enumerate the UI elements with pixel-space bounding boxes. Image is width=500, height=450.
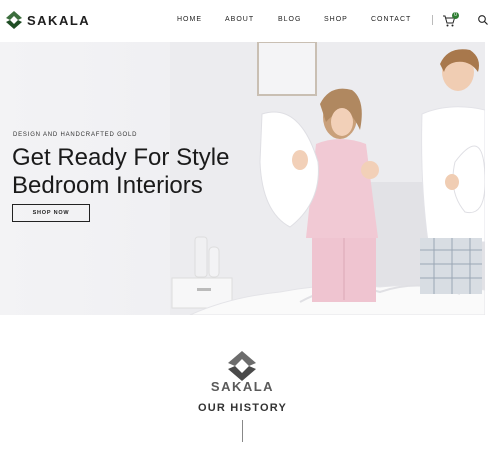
hero-banner: DESIGN AND HANDCRAFTED GOLD Get Ready Fo… (0, 42, 485, 315)
nav-item-shop[interactable]: SHOP (324, 16, 348, 23)
nav-item-about[interactable]: ABOUT (225, 16, 254, 23)
hero-headline-line1: Get Ready For Style (12, 144, 230, 171)
hero-headline: Get Ready For Style Bedroom Interiors (12, 144, 229, 200)
cart-count-badge: 0 (452, 12, 459, 19)
nav-item-contact[interactable]: CONTACT (371, 16, 411, 23)
nav-item-home[interactable]: HOME (177, 16, 202, 23)
nav-divider (432, 15, 433, 25)
history-logo-icon (228, 351, 256, 381)
nav-item-blog[interactable]: BLOG (278, 16, 301, 23)
history-title: OUR HISTORY (198, 402, 287, 414)
history-brand-name: SAKALA (210, 379, 275, 394)
history-section: SAKALA OUR HISTORY (0, 315, 500, 450)
shop-now-button[interactable]: SHOP NOW (12, 204, 90, 222)
main-nav: HOME ABOUT BLOG SHOP CONTACT (0, 16, 500, 26)
site-header: SAKALA HOME ABOUT BLOG SHOP CONTACT 0 (0, 0, 500, 42)
hero-eyebrow: DESIGN AND HANDCRAFTED GOLD (13, 132, 138, 138)
history-divider-line (242, 420, 243, 442)
hero-headline-line2: Bedroom Interiors (12, 172, 203, 199)
search-icon[interactable] (477, 14, 489, 26)
